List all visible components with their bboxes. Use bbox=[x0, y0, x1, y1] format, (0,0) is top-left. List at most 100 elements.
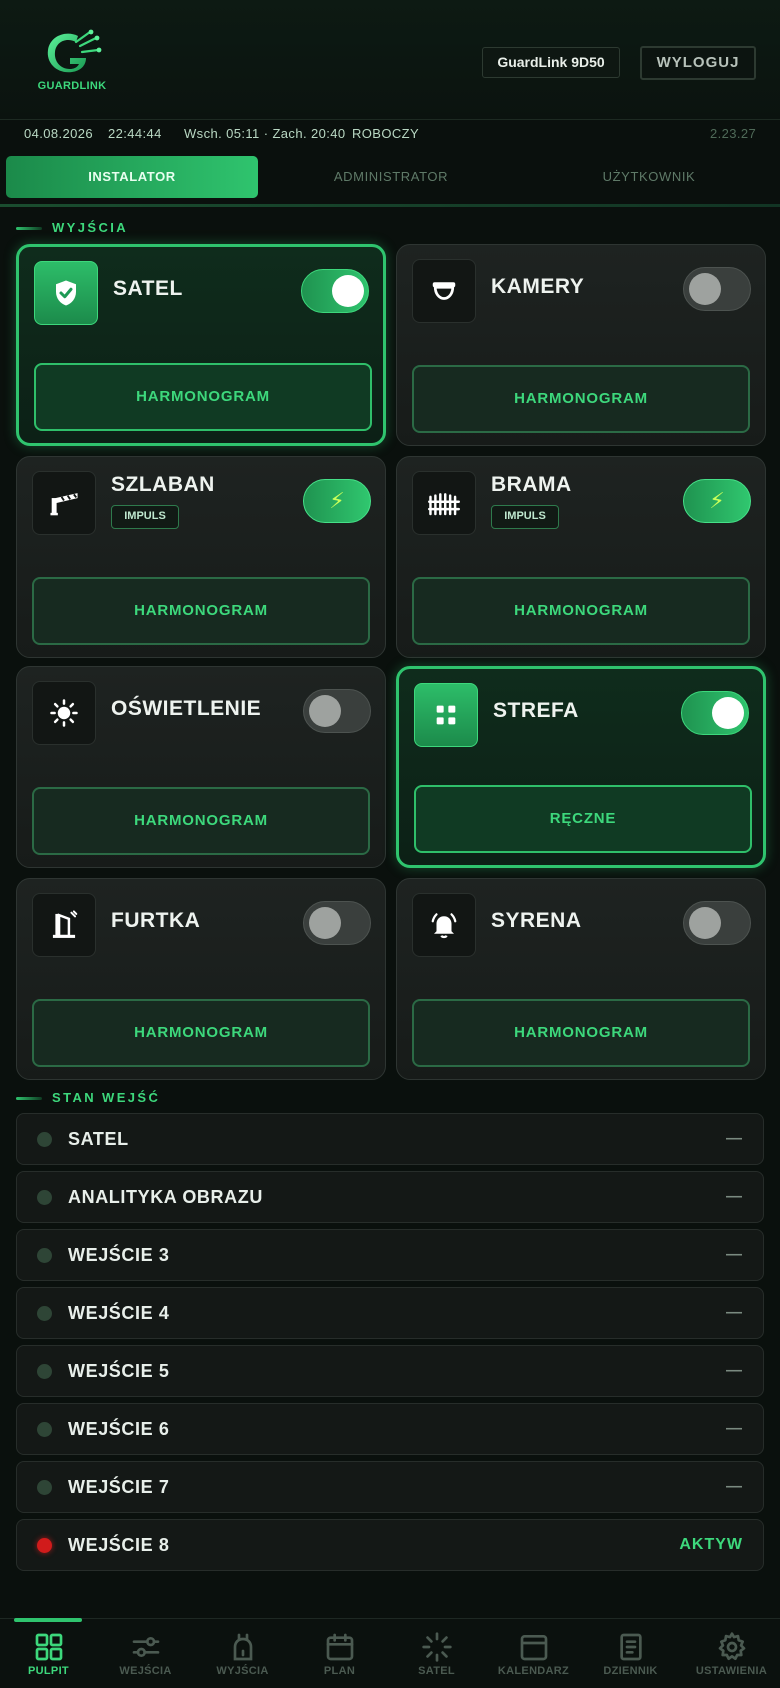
input-row: WEJŚCIE 4 — bbox=[16, 1287, 764, 1339]
output-toggle-kamery[interactable] bbox=[683, 267, 751, 311]
output-toggle-satel[interactable] bbox=[301, 269, 369, 313]
output-card-satel: SATEL HARMONOGRAM bbox=[16, 244, 386, 446]
input-status-dot bbox=[37, 1480, 52, 1495]
nav-label: PULPIT bbox=[28, 1665, 69, 1677]
output-toggle-furtka[interactable] bbox=[303, 901, 371, 945]
calendar-icon bbox=[326, 1633, 353, 1661]
outputs-section-label: WYJŚCIA bbox=[52, 220, 129, 235]
nav-active-indicator bbox=[14, 1618, 82, 1622]
schedule-button-satel[interactable]: HARMONOGRAM bbox=[34, 363, 372, 431]
input-row: WEJŚCIE 7 — bbox=[16, 1461, 764, 1513]
tabs-divider bbox=[0, 204, 780, 207]
output-name: SZLABAN bbox=[111, 473, 215, 496]
output-name: SYRENA bbox=[491, 909, 582, 932]
output-toggle-oswietlenie[interactable] bbox=[303, 689, 371, 733]
device-selector-button[interactable]: GuardLink 9D50 bbox=[482, 47, 620, 78]
nav-item-satel[interactable]: SATEL bbox=[388, 1631, 485, 1687]
dashboard-icon bbox=[35, 1633, 62, 1661]
input-name: WEJŚCIE 3 bbox=[68, 1245, 170, 1265]
output-name: OŚWIETLENIE bbox=[111, 697, 262, 720]
input-row: SATEL — bbox=[16, 1113, 764, 1165]
schedule-button-brama[interactable]: HARMONOGRAM bbox=[412, 577, 750, 645]
input-state: — bbox=[726, 1362, 743, 1379]
input-name: SATEL bbox=[68, 1129, 129, 1149]
input-status-dot bbox=[37, 1306, 52, 1321]
input-name: WEJŚCIE 5 bbox=[68, 1361, 170, 1381]
schedule-button-syrena[interactable]: HARMONOGRAM bbox=[412, 999, 750, 1067]
role-tabs: INSTALATOR ADMINISTRATOR UŻYTKOWNIK bbox=[6, 156, 774, 198]
input-row: ANALITYKA OBRAZU — bbox=[16, 1171, 764, 1223]
tab-installer[interactable]: INSTALATOR bbox=[6, 156, 258, 198]
tab-user[interactable]: UŻYTKOWNIK bbox=[524, 156, 774, 198]
output-name: BRAMA bbox=[491, 473, 572, 496]
output-name: SATEL bbox=[113, 277, 183, 300]
input-status-dot bbox=[37, 1422, 52, 1437]
schedule-button-oswietlenie[interactable]: HARMONOGRAM bbox=[32, 787, 370, 855]
impulse-badge: IMPULS bbox=[111, 505, 179, 529]
toggle-knob bbox=[712, 697, 744, 729]
toggle-knob bbox=[689, 273, 721, 305]
toggle-knob bbox=[689, 907, 721, 939]
gear-icon bbox=[718, 1632, 745, 1661]
logo-text: GUARDLINK bbox=[37, 80, 107, 92]
impulse-badge: IMPULS bbox=[491, 505, 559, 529]
app-version: 2.23.27 bbox=[710, 126, 757, 141]
input-name: WEJŚCIE 4 bbox=[68, 1303, 170, 1323]
tab-administrator[interactable]: ADMINISTRATOR bbox=[266, 156, 516, 198]
inputs-section-label: STAN WEJŚĆ bbox=[52, 1090, 161, 1105]
output-toggle-syrena[interactable] bbox=[683, 901, 751, 945]
schedule-button-kamery[interactable]: HARMONOGRAM bbox=[412, 365, 750, 433]
nav-item-wyjscia[interactable]: WYJŚCIA bbox=[194, 1631, 291, 1687]
output-toggle-strefa[interactable] bbox=[681, 691, 749, 735]
nav-item-plan[interactable]: PLAN bbox=[291, 1631, 388, 1687]
input-status-dot bbox=[37, 1132, 52, 1147]
nav-label: USTAWIENIA bbox=[695, 1665, 768, 1677]
nav-item-kalendarz[interactable]: KALENDARZ bbox=[485, 1631, 582, 1687]
input-status-dot bbox=[37, 1364, 52, 1379]
input-state: — bbox=[726, 1246, 743, 1263]
input-row: WEJŚCIE 3 — bbox=[16, 1229, 764, 1281]
input-row: WEJŚCIE 8 AKTYW bbox=[16, 1519, 764, 1571]
nav-item-pulpit[interactable]: PULPIT bbox=[0, 1631, 97, 1687]
camera-dome-icon bbox=[412, 259, 476, 323]
sun-icon bbox=[32, 681, 96, 745]
status-sun-times: Wsch. 05:11 · Zach. 20:40 bbox=[184, 126, 346, 141]
toggle-knob bbox=[332, 275, 364, 307]
impulse-button-brama[interactable]: ⚡ bbox=[683, 479, 751, 523]
impulse-button-szlaban[interactable]: ⚡ bbox=[303, 479, 371, 523]
output-card-kamery: KAMERY HARMONOGRAM bbox=[396, 244, 766, 446]
status-day-type: ROBOCZY bbox=[352, 126, 420, 141]
nav-item-ustawienia[interactable]: USTAWIENIA bbox=[683, 1631, 780, 1687]
input-status-dot bbox=[37, 1538, 52, 1553]
nav-item-wejscia[interactable]: WEJŚCIA bbox=[97, 1631, 194, 1687]
schedule-button-szlaban[interactable]: HARMONOGRAM bbox=[32, 577, 370, 645]
logout-button[interactable]: WYLOGUJ bbox=[640, 46, 756, 80]
journal-icon bbox=[619, 1633, 642, 1661]
bottom-navigation: PULPIT WEJŚCIA WYJŚCIA PLAN SATEL KALEND… bbox=[0, 1618, 780, 1688]
output-card-szlaban: SZLABAN IMPULS ⚡ HARMONOGRAM bbox=[16, 456, 386, 658]
grid-icon bbox=[414, 683, 478, 747]
window-icon bbox=[520, 1635, 547, 1661]
nav-label: KALENDARZ bbox=[497, 1665, 570, 1677]
output-name: FURTKA bbox=[111, 909, 201, 932]
input-status-dot bbox=[37, 1190, 52, 1205]
status-bar: 04.08.2026 22:44:44 Wsch. 05:11 · Zach. … bbox=[0, 126, 780, 146]
nav-label: DZIENNIK bbox=[603, 1665, 658, 1677]
input-name: WEJŚCIE 6 bbox=[68, 1419, 170, 1439]
status-time: 22:44:44 bbox=[108, 126, 162, 141]
shield-check-icon bbox=[34, 261, 98, 325]
output-name: KAMERY bbox=[491, 275, 585, 298]
guardlink-logo: GUARDLINK bbox=[36, 28, 108, 96]
input-status-dot bbox=[37, 1248, 52, 1263]
nav-item-dziennik[interactable]: DZIENNIK bbox=[582, 1631, 679, 1687]
input-state: — bbox=[726, 1188, 743, 1205]
toggle-knob bbox=[309, 695, 341, 727]
schedule-button-furtka[interactable]: HARMONOGRAM bbox=[32, 999, 370, 1067]
output-card-brama: BRAMA IMPULS ⚡ HARMONOGRAM bbox=[396, 456, 766, 658]
input-name: WEJŚCIE 7 bbox=[68, 1477, 170, 1497]
wicket-gate-icon bbox=[32, 893, 96, 957]
plug-icon bbox=[233, 1633, 252, 1661]
input-state: — bbox=[726, 1478, 743, 1495]
input-row: WEJŚCIE 5 — bbox=[16, 1345, 764, 1397]
manual-button-strefa[interactable]: RĘCZNE bbox=[414, 785, 752, 853]
